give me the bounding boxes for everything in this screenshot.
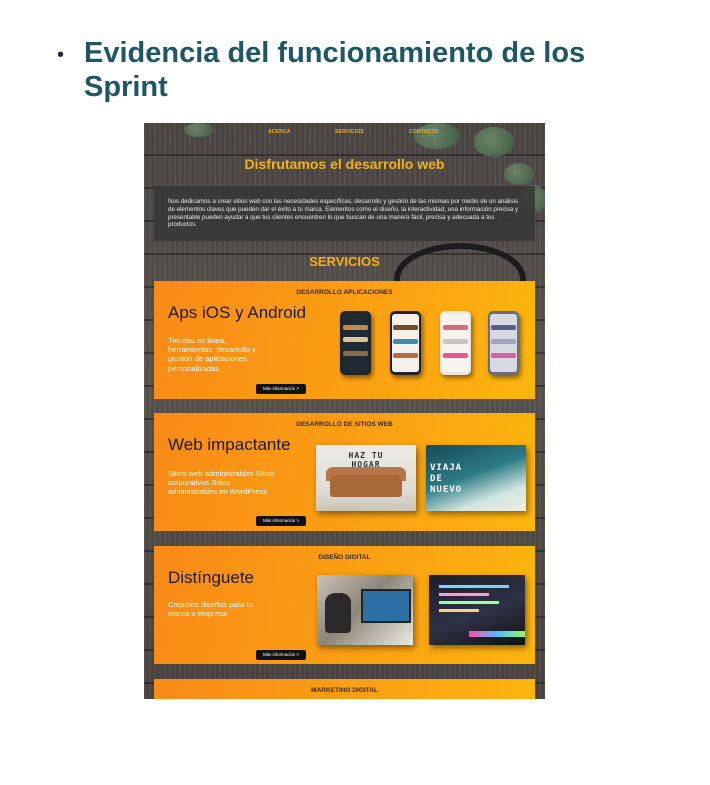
nav-servicios[interactable]: SERVICIOS xyxy=(335,129,364,135)
app-screenshot xyxy=(340,311,371,375)
intro-text: Nos dedicamos a crear sitios web con las… xyxy=(154,186,535,241)
service-card-apps: DESARROLLO APLICACIONES Aps iOS y Androi… xyxy=(154,281,535,399)
nav-acerca[interactable]: ACERCA xyxy=(268,129,291,135)
image-caption: VIAJA DE NUEVO xyxy=(430,463,463,495)
card-header: MARKETING DIGITAL xyxy=(311,687,378,694)
card-header: DISEÑO DIGITAL xyxy=(318,554,371,561)
slide-title: Evidencia del funcionamiento de los Spri… xyxy=(84,37,586,103)
app-screenshot xyxy=(488,311,519,375)
service-card-marketing: MARKETING DIGITAL xyxy=(154,679,535,699)
bullet-icon: • xyxy=(57,44,65,66)
card-header: DESARROLLO APLICACIONES xyxy=(296,289,393,296)
card-text: Sitios web administrables Sitios corpora… xyxy=(168,469,275,497)
more-info-button[interactable]: Más información > xyxy=(256,384,306,394)
website-preview-home: HAZ TU HOGAR PERFECTO xyxy=(316,445,416,511)
service-card-web: DESARROLLO DE SITIOS WEB Web impactante … xyxy=(154,413,535,531)
site-nav: ACERCA SERVICIOS CONTACTO xyxy=(144,129,545,139)
card-header: DESARROLLO DE SITIOS WEB xyxy=(296,421,393,428)
app-screenshot xyxy=(390,311,421,375)
more-info-button[interactable]: Más información > xyxy=(256,650,306,660)
card-text: Creamos diseños para tu marca o empresa xyxy=(168,600,253,619)
nav-contacto[interactable]: CONTACTO xyxy=(409,129,438,135)
card-heading: Aps iOS y Android xyxy=(168,303,306,322)
more-info-button[interactable]: Más información > xyxy=(256,516,306,526)
app-screenshot xyxy=(440,311,471,375)
service-card-design: DISEÑO DIGITAL Distínguete Creamos diseñ… xyxy=(154,546,535,664)
card-text: Tiendas en línea, herramientas, desarrol… xyxy=(168,336,256,373)
hero-title: Disfrutamos el desarrollo web xyxy=(244,156,445,172)
card-heading: Distínguete xyxy=(168,568,254,587)
card-heading: Web impactante xyxy=(168,435,291,454)
design-photo-code xyxy=(429,575,525,645)
website-preview-travel: VIAJA DE NUEVO xyxy=(426,445,526,511)
website-screenshot: ACERCA SERVICIOS CONTACTO Disfrutamos el… xyxy=(144,123,545,699)
design-photo-laptop xyxy=(317,575,413,645)
services-title: SERVICIOS xyxy=(309,254,380,269)
